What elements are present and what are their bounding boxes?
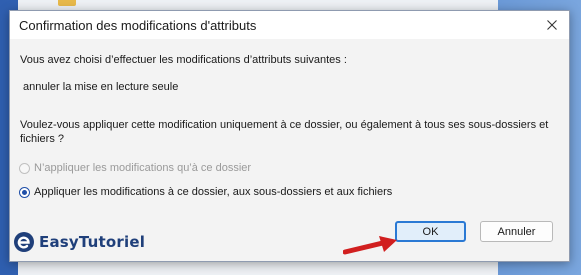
attribute-confirmation-dialog: Confirmation des modifications d'attribu… <box>9 10 570 262</box>
radio-option-recursive[interactable]: Appliquer les modifications à ce dossier… <box>19 186 392 198</box>
intro-text: Vous avez choisi d’effectuer les modific… <box>20 54 347 66</box>
dialog-body: Vous avez choisi d’effectuer les modific… <box>10 39 569 261</box>
radio-label-folder-only: N’appliquer les modifications qu’à ce do… <box>34 162 252 174</box>
close-icon <box>547 20 557 30</box>
easytutoriel-logo-text: EasyTutoriel <box>39 233 146 251</box>
radio-button-recursive[interactable] <box>19 186 30 198</box>
radio-option-folder-only[interactable]: N’appliquer les modifications qu’à ce do… <box>19 162 251 174</box>
cancel-button[interactable]: Annuler <box>480 221 553 242</box>
easytutoriel-watermark: EasyTutoriel <box>13 230 145 254</box>
radio-button-folder-only[interactable] <box>19 162 30 174</box>
attribute-change-text: annuler la mise en lecture seule <box>23 81 179 93</box>
close-button[interactable] <box>539 13 565 37</box>
dialog-title: Confirmation des modifications d'attribu… <box>19 18 257 33</box>
folder-icon <box>58 0 76 6</box>
easytutoriel-logo-icon <box>14 232 34 252</box>
question-text: Voulez-vous appliquer cette modification… <box>20 119 549 145</box>
ok-button[interactable]: OK <box>395 221 466 242</box>
radio-label-recursive: Appliquer les modifications à ce dossier… <box>34 186 393 198</box>
red-arrow-annotation <box>343 236 397 255</box>
dialog-titlebar: Confirmation des modifications d'attribu… <box>10 11 569 39</box>
